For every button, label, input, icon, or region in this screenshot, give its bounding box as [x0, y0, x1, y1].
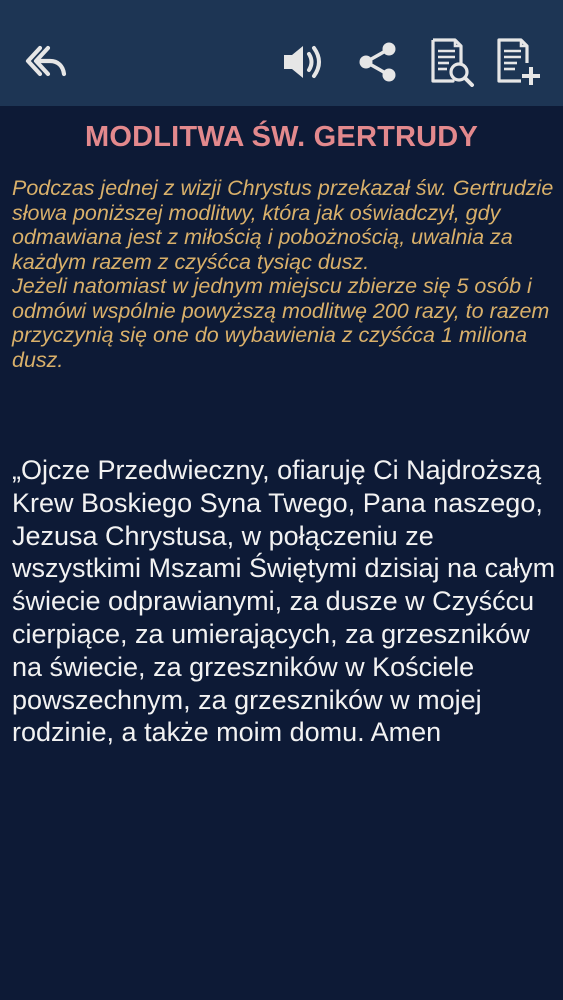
- speaker-icon: [284, 46, 321, 78]
- intro-text: Podczas jednej z wizji Chrystus przekaza…: [12, 176, 557, 372]
- prayer-text: „Ojcze Przedwieczny, ofiaruję Ci Najdroż…: [12, 455, 556, 748]
- prayer-content: MODLITWA ŚW. GERTRUDY Podczas jednej z w…: [0, 106, 563, 1000]
- document-add-icon: [497, 38, 540, 85]
- document-search-icon: [431, 38, 474, 87]
- share-button[interactable]: [350, 34, 406, 90]
- add-document-button[interactable]: [490, 34, 546, 90]
- share-icon: [359, 42, 396, 82]
- sound-button[interactable]: [276, 34, 332, 90]
- back-button[interactable]: [18, 34, 74, 90]
- toolbar: [0, 0, 563, 106]
- intro-paragraph-2: Jeżeli natomiast w jednym miejscu zbierz…: [12, 274, 550, 372]
- reply-arrow-icon: [25, 45, 67, 77]
- search-document-button[interactable]: [424, 34, 480, 90]
- intro-paragraph-1: Podczas jednej z wizji Chrystus przekaza…: [12, 176, 554, 274]
- page-title: MODLITWA ŚW. GERTRUDY: [85, 121, 478, 153]
